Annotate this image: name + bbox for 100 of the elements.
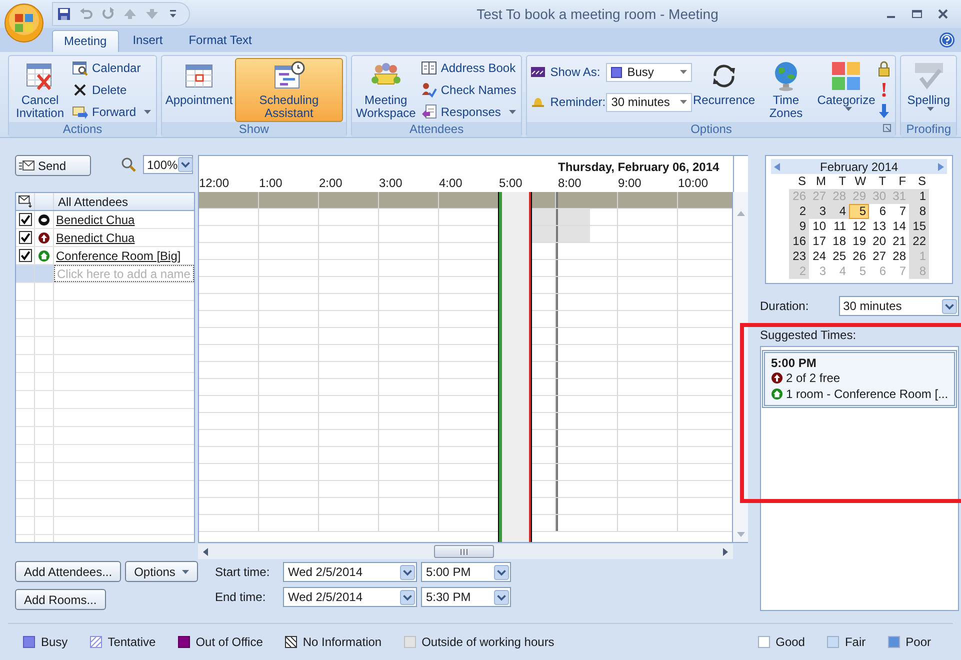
- calendar-day[interactable]: 21: [889, 234, 910, 249]
- zoom-dropdown[interactable]: 100%: [143, 155, 193, 174]
- hour-label: 2:00: [319, 176, 342, 190]
- legend-label: Outside of working hours: [422, 635, 554, 649]
- send-button[interactable]: Send: [15, 155, 91, 176]
- hour-label: 3:00: [379, 176, 402, 190]
- suggested-times-label: Suggested Times:: [760, 328, 858, 342]
- appointment-button[interactable]: Appointment: [165, 58, 233, 122]
- scheduling-assistant-button[interactable]: Scheduling Assistant: [235, 58, 343, 122]
- group-label: Show: [162, 122, 346, 137]
- ribbon-button[interactable]: Categorize: [818, 58, 874, 122]
- weekday-label: T: [838, 174, 848, 189]
- ribbon-button[interactable]: Delete: [70, 80, 154, 100]
- hour-label: 5:00: [499, 176, 522, 190]
- cancel-invitation-button[interactable]: Cancel Invitation: [12, 58, 68, 122]
- ribbon-button[interactable]: Calendar: [70, 58, 154, 78]
- date-dropdown[interactable]: Wed 2/5/2014: [283, 587, 417, 607]
- hour-label: 12:00: [199, 176, 230, 190]
- duration-dropdown[interactable]: 30 minutes: [839, 296, 960, 316]
- time-dropdown[interactable]: 5:00 PM: [421, 562, 511, 582]
- time-dropdown[interactable]: 5:30 PM: [421, 587, 511, 607]
- group-label: Proofing: [901, 122, 956, 137]
- calendar-day[interactable]: 28: [889, 249, 910, 264]
- calendar-day[interactable]: 19: [849, 234, 870, 249]
- calendar-day[interactable]: 8: [909, 204, 930, 219]
- weekday-label: T: [878, 174, 888, 189]
- field-label: Show As:: [550, 65, 602, 79]
- hour-label: 8:00: [558, 176, 582, 190]
- calendar-day[interactable]: 9: [789, 219, 810, 234]
- options-button[interactable]: Options: [125, 561, 198, 582]
- ribbon-tab[interactable]: Format Text: [176, 29, 264, 52]
- availability-text: 2 of 2 free: [786, 371, 840, 385]
- legend-label: Out of Office: [196, 635, 263, 649]
- calendar-day[interactable]: 23: [789, 249, 810, 264]
- calendar-day[interactable]: 4: [829, 204, 850, 219]
- calendar-day[interactable]: 12: [849, 219, 870, 234]
- calendar-day[interactable]: 18: [829, 234, 850, 249]
- duration-label: Duration:: [760, 299, 809, 313]
- ribbon-button[interactable]: Check Names: [418, 80, 518, 100]
- ribbon-button[interactable]: Responses: [418, 102, 518, 122]
- date-dropdown[interactable]: Wed 2/5/2014: [283, 562, 417, 582]
- ribbon-button[interactable]: Time Zones: [756, 58, 816, 122]
- calendar-day[interactable]: 1: [909, 189, 930, 204]
- spelling-button[interactable]: Spelling: [904, 58, 953, 122]
- ribbon-button[interactable]: Address Book: [418, 58, 518, 78]
- legend-label: Busy: [41, 635, 68, 649]
- calendar-day[interactable]: 17: [809, 234, 830, 249]
- hour-label: 4:00: [439, 176, 462, 190]
- calendar-day[interactable]: 25: [829, 249, 850, 264]
- time-label: End time:: [215, 590, 267, 604]
- calendar-day[interactable]: 16: [789, 234, 810, 249]
- weekday-label: M: [815, 174, 828, 189]
- calendar-day[interactable]: 13: [869, 219, 890, 234]
- calendar-day[interactable]: 22: [909, 234, 930, 249]
- calendar-day[interactable]: 24: [809, 249, 830, 264]
- month-title: February 2014: [820, 160, 898, 174]
- legend-label: Good: [776, 635, 805, 649]
- attendee-name[interactable]: Benedict Chua: [56, 230, 135, 244]
- weekday-label: W: [854, 174, 868, 189]
- calendar-day[interactable]: 10: [809, 219, 830, 234]
- legend-label: Fair: [844, 635, 866, 649]
- ribbon-button[interactable]: Forward: [70, 102, 154, 122]
- weekday-label: F: [898, 174, 908, 189]
- calendar-day[interactable]: 14: [889, 219, 910, 234]
- date-header: Thursday, February 06, 2014: [558, 160, 720, 174]
- calendar-day[interactable]: 6: [869, 204, 890, 219]
- calendar-day[interactable]: 7: [889, 204, 910, 219]
- dropdown[interactable]: 30 minutes: [606, 92, 692, 112]
- calendar-day[interactable]: 5: [849, 204, 870, 219]
- availability-text: 1 room - Conference Room [...: [786, 387, 948, 401]
- group-label: Attendees: [352, 122, 522, 137]
- dropdown[interactable]: Busy: [606, 62, 692, 82]
- calendar-day[interactable]: 27: [869, 249, 890, 264]
- calendar-day[interactable]: 11: [829, 219, 850, 234]
- calendar-day[interactable]: 3: [809, 204, 830, 219]
- group-label: Options: [527, 122, 896, 137]
- legend-label: No Information: [302, 635, 382, 649]
- calendar-day[interactable]: 15: [909, 219, 930, 234]
- suggested-time: 5:00 PM: [771, 356, 818, 370]
- attendee-name[interactable]: Conference Room [Big]: [56, 248, 181, 262]
- ribbon-tab[interactable]: Meeting: [52, 30, 119, 52]
- window-title: Test To book a meeting room - Meeting: [476, 6, 720, 22]
- calendar-day[interactable]: 2: [789, 204, 810, 219]
- weekday-label: S: [917, 174, 928, 189]
- group-label: Actions: [9, 122, 156, 137]
- suggested-time-item[interactable]: 5:00 PM 2 of 2 free 1 room - Conference Room [...: [762, 350, 958, 408]
- attendee-name[interactable]: Benedict Chua: [56, 212, 135, 226]
- legend-label: Poor: [906, 635, 931, 649]
- legend-label: Tentative: [108, 635, 156, 649]
- calendar-day[interactable]: 26: [849, 249, 870, 264]
- ribbon-tab[interactable]: Insert: [120, 29, 175, 52]
- ribbon-button[interactable]: Recurrence: [694, 58, 754, 122]
- add-rooms-button[interactable]: Add Rooms...: [15, 589, 106, 610]
- time-label: Start time:: [215, 565, 271, 579]
- calendar-day[interactable]: 20: [869, 234, 890, 249]
- add-attendees-button[interactable]: Add Attendees...: [15, 561, 122, 582]
- weekday-label: S: [797, 174, 808, 189]
- hour-label: 10:00: [678, 176, 708, 190]
- meeting-workspace-button[interactable]: Meeting Workspace: [354, 58, 417, 122]
- hour-label: 1:00: [259, 176, 282, 190]
